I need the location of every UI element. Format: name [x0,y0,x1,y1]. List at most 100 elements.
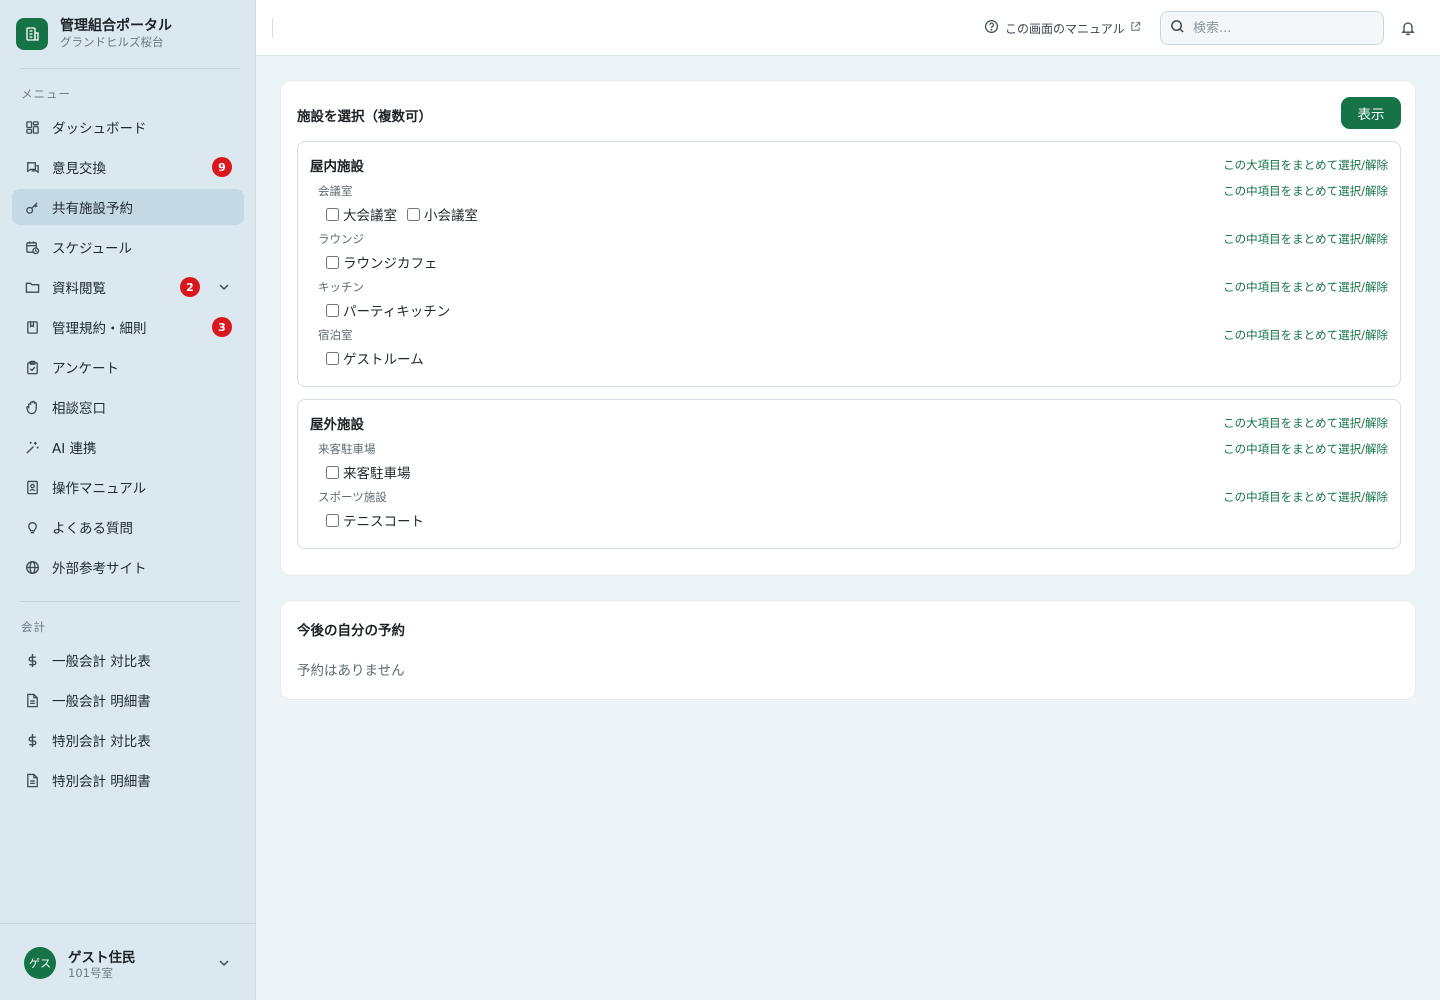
select-major-toggle[interactable]: この大項目をまとめて選択/解除 [1223,157,1388,173]
my-reservations-card: 今後の自分の予約 予約はありません [280,600,1416,700]
sidebar-item-label: アンケート [52,361,119,377]
checkbox-row: 来客駐車場 [326,462,421,482]
checkbox[interactable] [326,255,339,269]
screen-manual-label: この画面のマニュアル [1005,21,1125,36]
checkbox[interactable] [326,207,339,221]
user-menu[interactable]: ゲス ゲスト住民 101号室 [0,923,256,1000]
search-input[interactable] [1193,20,1373,36]
bell-icon[interactable] [1400,20,1416,36]
topbar-divider [272,18,273,38]
chevron-down-icon[interactable] [216,279,232,295]
sidebar-item-consultation[interactable]: 相談窓口 [12,389,244,425]
facility-checkbox[interactable]: 来客駐車場 [326,462,411,482]
sidebar-item-documents[interactable]: 資料閲覧 2 [12,269,244,305]
unread-badge: 2 [180,277,200,297]
show-button[interactable]: 表示 [1341,97,1401,129]
checkbox[interactable] [326,351,339,365]
sidebar-item-external-sites[interactable]: 外部参考サイト [12,549,244,585]
checkbox-row: テニスコート [326,510,434,530]
sidebar-item-label: 特別会計 明細書 [52,774,151,790]
sidebar-item-discussion[interactable]: 意見交換 9 [12,149,244,185]
sidebar-item-label: よくある質問 [52,521,133,537]
select-middle-toggle[interactable]: この中項目をまとめて選択/解除 [1223,327,1388,343]
sidebar-item-manual[interactable]: 操作マニュアル [12,469,244,505]
unread-badge: 3 [212,317,232,337]
checkbox-row: パーティキッチン [326,300,460,320]
checkbox-label: 来客駐車場 [343,466,411,482]
menu-section-label: メニュー [21,87,71,101]
document-icon [24,692,40,708]
book-icon [24,319,40,335]
sidebar-item-label: 操作マニュアル [52,481,147,497]
select-major-toggle[interactable]: この大項目をまとめて選択/解除 [1223,415,1388,431]
sidebar-item-general-comparison[interactable]: 一般会計 対比表 [12,642,244,678]
checkbox[interactable] [326,303,339,317]
sidebar-item-label: 相談窓口 [52,401,106,417]
checkbox[interactable] [326,465,339,479]
select-middle-toggle[interactable]: この中項目をまとめて選択/解除 [1223,489,1388,505]
brand[interactable]: 管理組合ポータル グランドヒルズ桜台 [16,17,172,50]
checkbox[interactable] [407,207,420,221]
sidebar-item-label: 管理規約・細則 [52,321,147,337]
sidebar-item-special-comparison[interactable]: 特別会計 対比表 [12,722,244,758]
sidebar-item-facility-booking[interactable]: 共有施設予約 [12,189,244,225]
sidebar-item-label: 特別会計 対比表 [52,734,151,750]
key-icon [24,199,40,215]
sidebar: 管理組合ポータル グランドヒルズ桜台 メニュー ダッシュボード 意見交換 9 共… [0,0,256,1000]
sidebar-divider [20,601,240,602]
subgroup-label: 来客駐車場 [318,442,376,456]
group-title: 屋内施設 [310,159,364,175]
group-title: 屋外施設 [310,417,364,433]
user-room: 101号室 [68,966,113,980]
dollar-icon [24,732,40,748]
chevron-down-icon[interactable] [216,955,232,971]
folder-icon [24,279,40,295]
select-middle-toggle[interactable]: この中項目をまとめて選択/解除 [1223,183,1388,199]
document-icon [24,772,40,788]
hand-icon [24,399,40,415]
clipboard-icon [24,359,40,375]
checkbox-label: 大会議室 [343,208,397,224]
checkbox-row: ラウンジカフェ [326,252,448,272]
sidebar-item-regulations[interactable]: 管理規約・細則 3 [12,309,244,345]
sidebar-item-special-statement[interactable]: 特別会計 明細書 [12,762,244,798]
facility-checkbox[interactable]: パーティキッチン [326,300,450,320]
building-logo-icon [16,17,48,50]
sidebar-item-label: 資料閲覧 [52,281,106,297]
select-middle-toggle[interactable]: この中項目をまとめて選択/解除 [1223,231,1388,247]
dashboard-icon [24,119,40,135]
sidebar-item-label: 意見交換 [52,161,106,177]
sidebar-item-label: スケジュール [52,241,133,257]
sidebar-item-survey[interactable]: アンケート [12,349,244,385]
checkbox[interactable] [326,513,339,527]
select-middle-toggle[interactable]: この中項目をまとめて選択/解除 [1223,279,1388,295]
sidebar-divider [20,68,240,69]
external-link-icon [1130,21,1141,35]
my-reservations-title: 今後の自分の予約 [297,623,405,639]
chat-icon [24,159,40,175]
checkbox-label: ラウンジカフェ [343,256,438,272]
brand-title: 管理組合ポータル [60,18,172,34]
facility-checkbox[interactable]: 大会議室 [326,204,397,224]
sidebar-item-ai[interactable]: AI 連携 [12,429,244,465]
facility-checkbox[interactable]: ゲストルーム [326,348,424,368]
select-middle-toggle[interactable]: この中項目をまとめて選択/解除 [1223,441,1388,457]
sidebar-item-general-statement[interactable]: 一般会計 明細書 [12,682,244,718]
sparkle-icon [24,439,40,455]
sidebar-item-faq[interactable]: よくある質問 [12,509,244,545]
facility-checkbox[interactable]: 小会議室 [407,204,478,224]
facility-checkbox[interactable]: テニスコート [326,510,424,530]
checkbox-label: パーティキッチン [343,304,451,320]
empty-state-text: 予約はありません [297,663,405,679]
unread-badge: 9 [212,157,232,177]
search-box[interactable] [1160,11,1384,45]
facility-checkbox[interactable]: ラウンジカフェ [326,252,438,272]
screen-manual-link[interactable]: この画面のマニュアル [984,19,1141,37]
sidebar-item-dashboard[interactable]: ダッシュボード [12,109,244,145]
facility-select-card: 施設を選択（複数可） 表示 屋内施設 この大項目をまとめて選択/解除 会議室 こ… [280,80,1416,576]
checkbox-label: 小会議室 [424,208,478,224]
facility-select-title: 施設を選択（複数可） [297,109,432,125]
subgroup-label: ラウンジ [318,232,364,246]
checkbox-row: ゲストルーム [326,348,434,368]
sidebar-item-schedule[interactable]: スケジュール [12,229,244,265]
